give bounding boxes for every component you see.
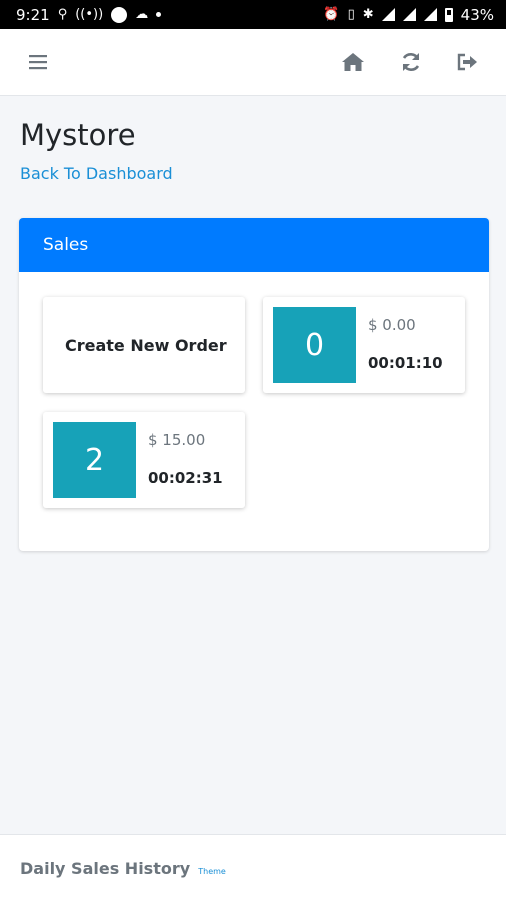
order-timer: 00:01:10: [368, 354, 443, 372]
order-tile[interactable]: 2 $ 15.00 00:02:31: [43, 412, 245, 508]
home-icon: [342, 53, 364, 71]
order-number-badge: 0: [273, 307, 356, 383]
notification-circle-icon: [111, 6, 128, 23]
logout-icon: [457, 53, 477, 71]
hotspot-icon: ((•)): [75, 7, 104, 22]
status-bar-left: 9:21 ⚲ ((•)) ☁: [16, 5, 162, 24]
wifi-icon: [381, 8, 395, 21]
battery-icon: [444, 7, 453, 22]
theme-link[interactable]: Theme: [198, 867, 226, 876]
alarm-icon: ⏰: [323, 7, 340, 22]
refresh-icon: [402, 53, 420, 71]
bluetooth-icon: ✱: [362, 7, 374, 22]
usb-icon: ⚲: [57, 7, 68, 22]
footer: Daily Sales History Theme: [0, 834, 506, 900]
create-new-order-button[interactable]: Create New Order: [43, 297, 245, 393]
cloud-icon: ☁: [135, 7, 149, 22]
order-amount: $ 0.00: [368, 316, 416, 334]
logout-button[interactable]: [455, 49, 481, 75]
top-navbar: [0, 29, 506, 96]
sales-card: Sales Create New Order 0 $ 0.00 00:01:10…: [19, 218, 489, 551]
order-number-badge: 2: [53, 422, 136, 498]
page-title: Mystore: [20, 118, 136, 152]
footer-title: Daily Sales History: [20, 859, 191, 878]
home-button[interactable]: [340, 49, 366, 75]
status-bar-right: ⏰ ▯ ✱ 43%: [323, 6, 494, 24]
order-amount: $ 15.00: [148, 431, 206, 449]
back-to-dashboard-link[interactable]: Back To Dashboard: [20, 164, 173, 183]
vibrate-icon: ▯: [347, 7, 355, 22]
refresh-button[interactable]: [398, 49, 424, 75]
signal-icon-2: [423, 8, 437, 21]
order-timer: 00:02:31: [148, 469, 223, 487]
signal-icon: [402, 8, 416, 21]
status-time: 9:21: [16, 5, 50, 24]
more-notifications-icon: [156, 12, 162, 17]
battery-percent: 43%: [460, 5, 494, 24]
status-bar: 9:21 ⚲ ((•)) ☁ ⏰ ▯ ✱ 43%: [0, 0, 506, 29]
menu-icon: [29, 55, 47, 70]
order-tile[interactable]: 0 $ 0.00 00:01:10: [263, 297, 465, 393]
sales-card-header: Sales: [19, 218, 489, 272]
menu-button[interactable]: [25, 49, 51, 75]
